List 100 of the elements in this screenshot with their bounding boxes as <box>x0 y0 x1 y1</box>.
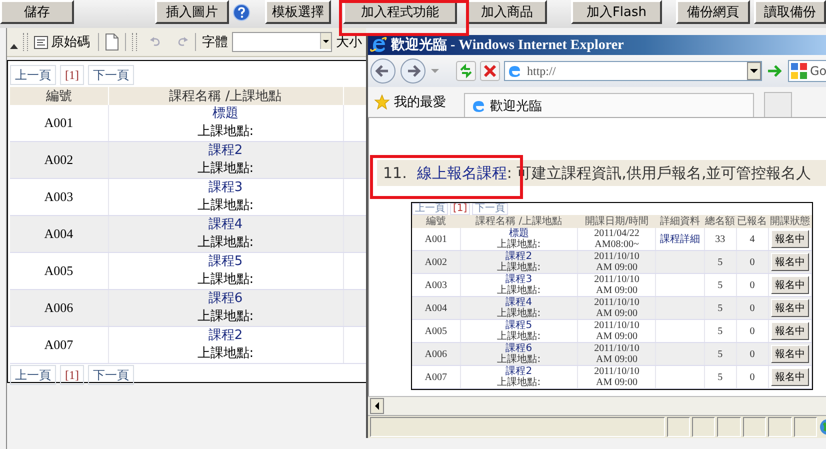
course-title-link[interactable]: 標題 <box>508 228 529 239</box>
location-label: 上課地點: <box>197 235 254 250</box>
toolbar-button[interactable]: 模板選擇 <box>265 0 331 24</box>
previous-page-link[interactable]: 上一頁 <box>10 365 56 385</box>
enrolled-count: 0 <box>750 256 755 268</box>
course-time: AM 09:00 <box>596 354 638 365</box>
status-pane <box>768 417 792 437</box>
browser-logo-icon <box>370 37 388 53</box>
course-title-link[interactable]: 標題 <box>212 106 238 121</box>
next-page-link[interactable]: 下一頁 <box>88 365 134 385</box>
detail-link[interactable]: 課程詳細 <box>660 234 700 244</box>
star-icon[interactable] <box>374 94 390 110</box>
quota-count: 5 <box>718 372 723 382</box>
quota-count: 33 <box>715 234 726 244</box>
status-button[interactable]: 報名中 <box>770 230 809 248</box>
toolbar-button[interactable]: 備份網頁 <box>676 0 750 24</box>
status-button[interactable]: 報名中 <box>770 368 809 386</box>
course-title-link[interactable]: 課程2 <box>208 143 243 158</box>
back-button[interactable] <box>370 58 396 84</box>
location-label: 上課地點: <box>497 239 541 250</box>
course-date: 2011/10/10 <box>594 343 640 354</box>
quota-count: 5 <box>718 280 723 290</box>
course-title-link[interactable]: 課程3 <box>208 180 243 195</box>
course-code: A001 <box>424 234 447 244</box>
status-button[interactable]: 報名中 <box>770 345 809 363</box>
enrolled-count: 0 <box>750 280 755 290</box>
course-title-link[interactable]: 課程6 <box>506 343 532 354</box>
course-code: A002 <box>424 256 447 268</box>
feature-link[interactable]: 線上報名課程 <box>416 164 507 182</box>
previous-page-link[interactable]: 上一頁 <box>10 65 56 85</box>
window-title: 歡迎光臨 - Windows Internet Explorer <box>391 36 624 54</box>
location-label: 上課地點: <box>497 377 541 388</box>
course-title-link[interactable]: 課程3 <box>506 274 532 285</box>
enrolled-count: 0 <box>750 348 755 360</box>
font-label: 字體 <box>202 34 228 51</box>
search-field[interactable]: Go <box>788 60 826 82</box>
course-title-link[interactable]: 課程2 <box>208 328 243 343</box>
course-title-link[interactable]: 課程6 <box>208 291 243 306</box>
stop-icon[interactable] <box>480 61 500 81</box>
status-button[interactable]: 報名中 <box>770 253 809 271</box>
history-dropdown-icon[interactable] <box>430 67 440 75</box>
new-page-icon[interactable] <box>105 33 119 51</box>
search-provider-text: Go <box>810 64 826 78</box>
page-number-link[interactable]: [1] <box>60 365 84 385</box>
course-time: AM08:00~ <box>594 239 639 250</box>
course-title-link[interactable]: 課程5 <box>208 254 243 269</box>
location-label: 上課地點: <box>497 262 541 273</box>
toolbar-button[interactable]: 儲存 <box>0 0 74 24</box>
toolbar-button[interactable]: 加入商品 <box>467 0 547 24</box>
favorites-label[interactable]: 我的最愛 <box>394 93 446 111</box>
location-label: 上課地點: <box>497 354 541 365</box>
course-code: A005 <box>44 263 74 278</box>
course-code: A001 <box>44 115 74 130</box>
course-title-link[interactable]: 課程4 <box>506 297 532 308</box>
quota-count: 5 <box>718 256 723 268</box>
location-label: 上課地點: <box>197 272 254 287</box>
course-time: AM 09:00 <box>596 285 638 296</box>
toolbar-button[interactable]: 插入圖片 <box>155 0 229 24</box>
status-button[interactable]: 報名中 <box>770 299 809 317</box>
enrolled-count: 4 <box>750 234 755 244</box>
location-label: 上課地點: <box>197 346 254 361</box>
refresh-icon[interactable] <box>456 61 476 81</box>
search-provider-icon <box>791 63 807 79</box>
course-code: A007 <box>424 372 447 382</box>
course-title-link[interactable]: 課程2 <box>506 251 532 262</box>
browser-tab[interactable]: 歡迎光臨 <box>464 93 754 117</box>
status-pane <box>794 417 818 437</box>
course-title-link[interactable]: 課程4 <box>208 217 243 232</box>
horizontal-scrollbar[interactable] <box>368 396 826 415</box>
course-time: AM 09:00 <box>596 262 638 273</box>
next-page-link[interactable]: 下一頁 <box>88 65 134 85</box>
status-pane <box>666 417 690 437</box>
status-button[interactable]: 報名中 <box>770 322 809 340</box>
quota-count: 5 <box>718 302 723 314</box>
address-field[interactable]: http:// <box>504 61 762 81</box>
course-date: 2011/04/22 <box>594 228 640 239</box>
page-number-link[interactable]: [1] <box>60 65 84 85</box>
scroll-left-icon[interactable] <box>370 398 384 414</box>
location-label: 上課地點: <box>497 285 541 296</box>
new-tab-button[interactable] <box>764 92 792 117</box>
toolbar-button[interactable]: 讀取備份 <box>754 0 826 24</box>
toolbar-button[interactable]: 加入Flash <box>571 0 662 24</box>
course-title-link[interactable]: 課程5 <box>506 320 532 331</box>
font-select[interactable] <box>232 32 332 52</box>
course-code: A006 <box>44 300 74 315</box>
feature-number: 11. <box>383 164 407 182</box>
column-header: 編號 <box>426 216 446 226</box>
help-icon[interactable] <box>233 4 250 21</box>
source-button[interactable]: 原始碼 <box>32 33 92 51</box>
location-label: 上課地點: <box>197 198 254 213</box>
course-title-link[interactable]: 課程2 <box>506 366 532 377</box>
course-code: A006 <box>424 348 447 360</box>
status-button[interactable]: 報名中 <box>770 276 809 294</box>
course-date: 2011/10/10 <box>594 251 640 262</box>
source-icon <box>34 36 48 48</box>
course-time: AM 09:00 <box>596 331 638 342</box>
location-label: 上課地點: <box>497 331 541 342</box>
redo-icon[interactable] <box>177 37 189 47</box>
forward-button[interactable] <box>400 58 426 84</box>
undo-icon[interactable] <box>149 37 161 47</box>
